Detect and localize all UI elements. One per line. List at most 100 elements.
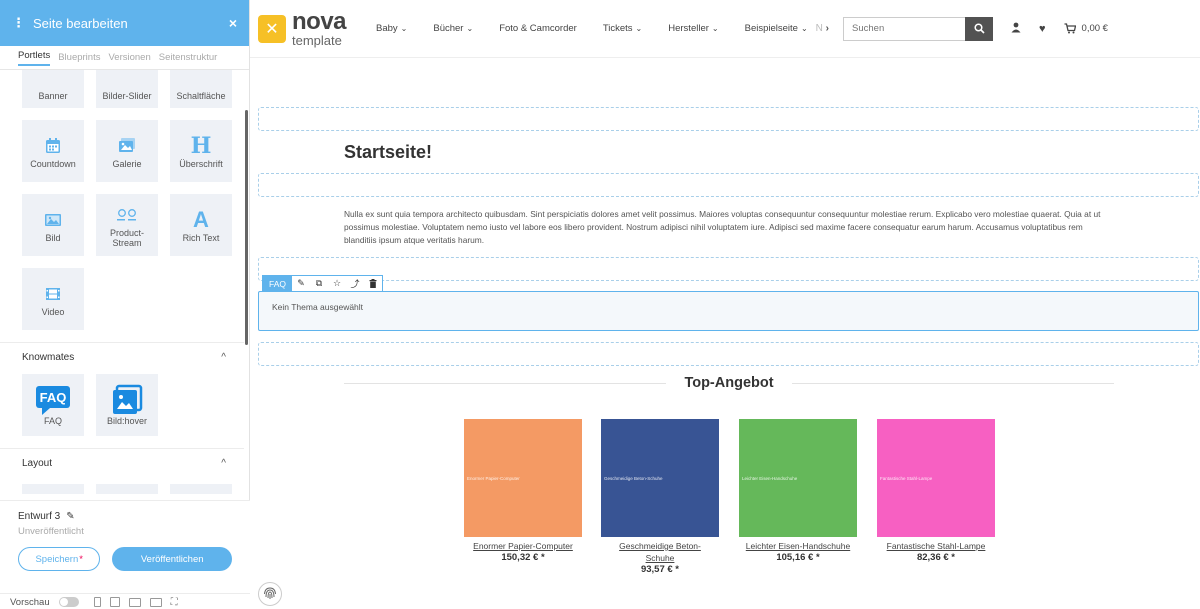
tab-portlets[interactable]: Portlets <box>18 50 51 66</box>
store-header: ✕ nova template Baby ⌄ Bücher ⌄ Foto & Cam… <box>250 0 1200 58</box>
portlet-schaltflaeche[interactable]: Schaltfläche <box>170 70 232 108</box>
search-button[interactable] <box>965 16 994 41</box>
product-card: Leichter Eisen-Handschuhe Leichter Eisen… <box>739 419 857 564</box>
nav-beispielseite[interactable]: Beispielseite ⌄ <box>745 23 808 34</box>
section-knowmates[interactable]: Knowmates ^ <box>0 342 244 372</box>
star-icon[interactable]: ☆ <box>328 276 346 291</box>
store-logo[interactable]: ✕ nova template <box>258 10 347 48</box>
cart-icon <box>1064 23 1076 34</box>
nav-buecher[interactable]: Bücher ⌄ <box>433 23 473 34</box>
portlet-galerie[interactable]: Galerie <box>96 120 158 182</box>
portlet-type-label: FAQ <box>263 276 293 291</box>
cart-total: 0,00 € <box>1081 23 1108 34</box>
portlet-layout-partial[interactable] <box>22 484 84 494</box>
top-offer-title: Top-Angebot <box>684 375 774 391</box>
portlet-label: Countdown <box>30 159 76 170</box>
portlet-label: Bilder-Slider <box>102 91 152 102</box>
chevron-up-icon[interactable]: ^ <box>221 352 226 363</box>
logo-subtext: template <box>292 33 342 48</box>
product-name[interactable]: Leichter Eisen-Handschuhe <box>739 540 857 552</box>
section-layout[interactable]: Layout ^ <box>0 448 244 478</box>
drop-zone[interactable] <box>258 173 1199 197</box>
edit-icon[interactable]: ✎ <box>292 276 310 291</box>
product-price: 82,36 € * <box>916 552 956 563</box>
panel-scrollbar[interactable] <box>245 110 248 345</box>
portlet-video[interactable]: Video <box>22 268 84 330</box>
copy-icon[interactable]: ⧉ <box>310 276 328 291</box>
search-bar <box>843 16 994 41</box>
product-image[interactable]: Leichter Eisen-Handschuhe <box>739 419 857 537</box>
nav-more[interactable]: N › <box>816 23 829 34</box>
nav-tickets[interactable]: Tickets ⌄ <box>603 23 642 34</box>
product-image[interactable]: Fantastische Stahl-Lampe <box>877 419 995 537</box>
user-icon[interactable] <box>1011 22 1021 36</box>
publish-button[interactable]: Veröffentlichen <box>112 547 232 571</box>
panel-footer: Entwurf 3 ✎ Unveröffentlicht Speichern *… <box>0 500 250 609</box>
move-up-icon[interactable]: ⤴ <box>346 276 364 291</box>
fullscreen-icon[interactable]: ⛶ <box>171 597 178 608</box>
draft-name: Entwurf 3 <box>18 511 61 522</box>
tab-seitenstruktur[interactable]: Seitenstruktur <box>159 52 218 63</box>
laptop-icon[interactable] <box>128 597 141 607</box>
image-icon <box>44 206 62 234</box>
portlet-label: Schaltfläche <box>176 91 226 102</box>
portlet-layout-partial[interactable] <box>96 484 158 494</box>
pencil-icon[interactable]: ✎ <box>66 511 74 522</box>
calendar-icon <box>44 132 62 160</box>
product-name[interactable]: Geschmeidige Beton-Schuhe <box>601 540 719 564</box>
draft-status: Unveröffentlicht <box>18 526 84 537</box>
drop-zone[interactable] <box>258 107 1199 131</box>
portlet-bild[interactable]: Bild <box>22 194 84 256</box>
panel-tabs: Portlets Blueprints Versionen Seitenstru… <box>0 46 249 70</box>
portlet-product-stream[interactable]: Product- Stream <box>96 194 158 256</box>
trash-icon[interactable] <box>364 276 382 291</box>
portlet-layout-partial[interactable] <box>170 484 232 494</box>
portlet-label: Bild <box>45 233 61 244</box>
product-image[interactable]: Enormer Papier-Computer <box>464 419 582 537</box>
close-icon[interactable]: × <box>229 15 237 31</box>
portlet-rich-text[interactable]: A Rich Text <box>170 194 232 256</box>
nav-baby[interactable]: Baby ⌄ <box>376 23 407 34</box>
product-card: Enormer Papier-Computer Enormer Papier-C… <box>464 419 582 564</box>
desktop-icon[interactable] <box>149 597 162 607</box>
portlet-faq[interactable]: FAQ FAQ <box>22 374 84 436</box>
portlet-bild-hover[interactable]: Bild:hover <box>96 374 158 436</box>
tab-blueprints[interactable]: Blueprints <box>58 52 100 63</box>
portlet-label: Galerie <box>112 159 142 170</box>
portlet-ueberschrift[interactable]: H Überschrift <box>170 120 232 182</box>
preview-label: Vorschau <box>10 596 50 608</box>
portlet-label: Banner <box>38 91 68 102</box>
page-text: Nulla ex sunt quia tempora architecto qu… <box>344 209 1101 245</box>
product-name[interactable]: Enormer Papier-Computer <box>464 540 582 552</box>
portlet-list: Banner Bilder-Slider Schaltfläche Countd… <box>0 70 244 494</box>
drop-zone[interactable] <box>258 342 1199 366</box>
product-name[interactable]: Fantastische Stahl-Lampe <box>877 540 995 552</box>
product-image[interactable]: Geschmeidige Beton-Schuhe <box>601 419 719 537</box>
phone-icon[interactable] <box>93 597 101 607</box>
gallery-icon <box>117 132 137 160</box>
heading-icon: H <box>190 133 212 160</box>
cart-button[interactable]: 0,00 € <box>1064 23 1108 34</box>
faq-portlet[interactable]: Kein Thema ausgewählt <box>258 291 1199 331</box>
drop-zone[interactable] <box>258 257 1199 281</box>
preview-toggle[interactable] <box>58 597 79 607</box>
top-offer-heading: Top-Angebot <box>344 375 1114 391</box>
nav-foto-camcorder[interactable]: Foto & Camcorder <box>499 23 577 34</box>
tab-versionen[interactable]: Versionen <box>108 52 150 63</box>
portlet-bilder-slider[interactable]: Bilder-Slider <box>96 70 158 108</box>
portlet-countdown[interactable]: Countdown <box>22 120 84 182</box>
drag-handle-icon[interactable]: ⋮ <box>12 15 25 31</box>
nav-hersteller[interactable]: Hersteller ⌄ <box>668 23 718 34</box>
save-button[interactable]: Speichern * <box>18 547 101 571</box>
fingerprint-icon[interactable] <box>258 582 282 606</box>
tablet-icon[interactable] <box>109 597 120 607</box>
product-card: Geschmeidige Beton-Schuhe Geschmeidige B… <box>601 419 719 576</box>
chevron-up-icon[interactable]: ^ <box>221 458 226 469</box>
heart-icon[interactable]: ♥ <box>1039 23 1046 35</box>
search-input[interactable] <box>843 16 966 41</box>
portlet-banner[interactable]: Banner <box>22 70 84 108</box>
svg-text:FAQ: FAQ <box>40 390 67 405</box>
editor-panel: ⋮ Seite bearbeiten × Portlets Blueprints… <box>0 0 250 609</box>
product-card: Fantastische Stahl-Lampe Fantastische St… <box>877 419 995 564</box>
panel-header: ⋮ Seite bearbeiten × <box>0 0 249 46</box>
